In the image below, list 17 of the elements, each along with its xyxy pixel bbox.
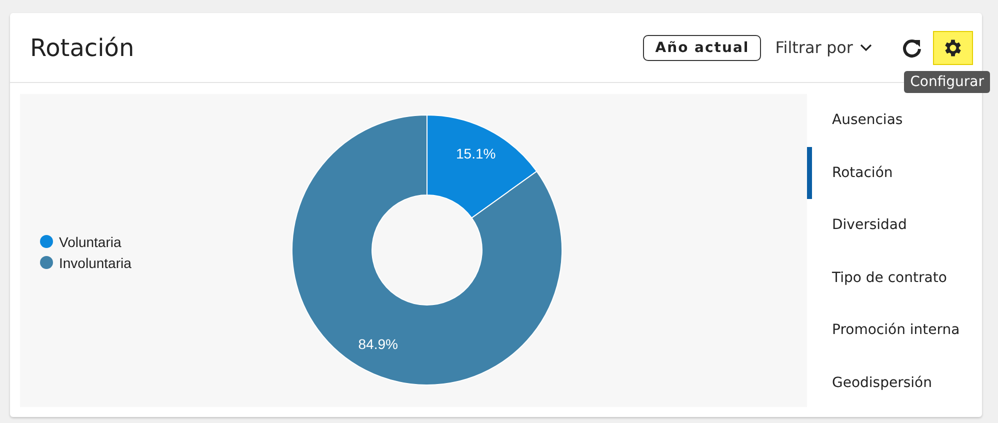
settings-button[interactable] [933,30,973,64]
refresh-icon[interactable] [901,36,923,58]
card-title: Rotación [30,34,134,62]
sidebar-item[interactable]: Promoción interna [807,304,982,356]
data-label: 84.9% [358,336,398,352]
tooltip: Configurar [904,70,990,92]
filter-dropdown[interactable]: Filtrar por [767,34,881,61]
period-button[interactable]: Año actual [643,34,762,60]
sidebar-item[interactable]: Diversidad [807,199,982,252]
sidebar-item[interactable]: Tipo de contrato [807,252,982,304]
legend-label: Involuntaria [59,254,132,270]
sidebar-item[interactable]: Geodispersión [807,356,982,409]
sidebar-item[interactable]: Ausencias [807,94,982,146]
chevron-down-icon [859,42,873,52]
legend-label: Voluntaria [59,234,122,250]
data-label: 15.1% [456,146,496,162]
sidebar-item[interactable]: Rotación [807,146,982,199]
